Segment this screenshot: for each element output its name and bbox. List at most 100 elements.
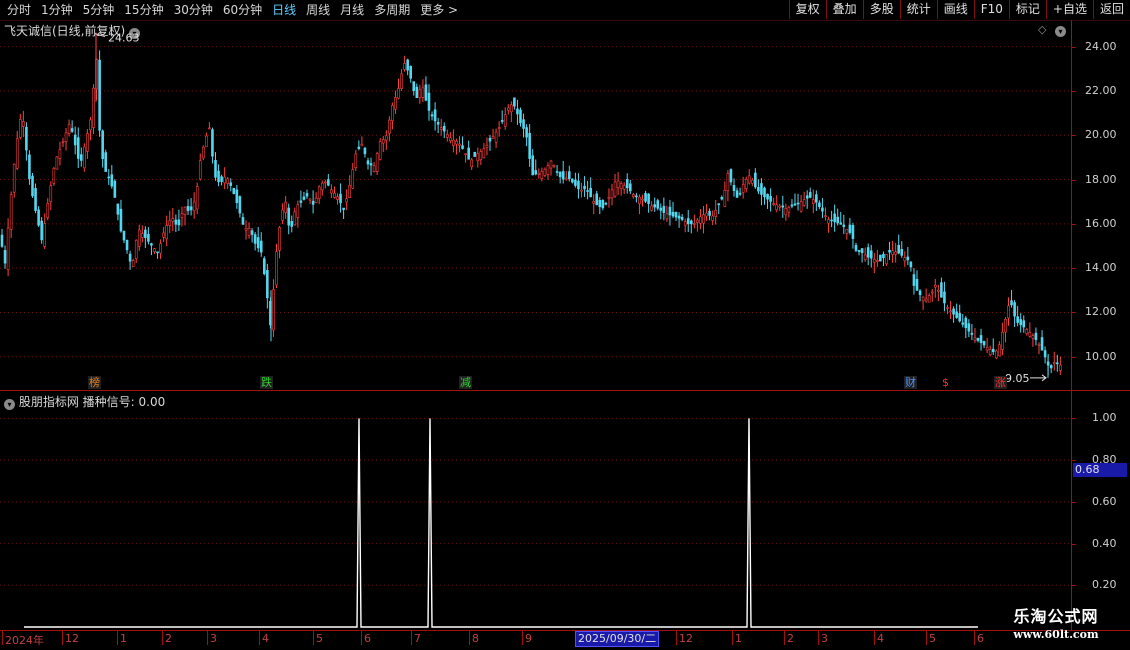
candle-body <box>67 124 71 134</box>
toolbar-button-4[interactable]: 画线 <box>936 0 974 19</box>
candle-body <box>961 322 965 325</box>
high-price-label: 24.63 <box>108 32 140 45</box>
y-tick <box>1071 179 1076 181</box>
x-tick-label: 4 <box>262 632 269 645</box>
event-marker[interactable]: 涨 <box>994 376 1007 389</box>
right-side-panel-edge[interactable] <box>1121 20 1130 630</box>
candle-body <box>775 204 779 211</box>
candle-body <box>317 186 321 200</box>
yaxis-divider <box>1071 20 1072 630</box>
candle-body <box>427 92 431 111</box>
candle-body <box>985 346 989 351</box>
candle-body <box>906 256 910 261</box>
candle-body <box>290 221 294 227</box>
candle-body <box>708 210 711 216</box>
event-marker[interactable]: 跌 <box>260 376 273 389</box>
candle-body <box>113 180 117 198</box>
candle-body <box>821 207 824 212</box>
candle-body <box>546 165 550 175</box>
candle-body <box>49 185 53 203</box>
toolbar-button-8[interactable]: 返回 <box>1092 0 1130 19</box>
candle-body <box>869 250 873 259</box>
toolbar-button-5[interactable]: F10 <box>973 0 1009 19</box>
candle-body <box>406 59 409 71</box>
candle-body <box>729 169 733 183</box>
candle-body <box>299 200 303 203</box>
candle-body <box>1059 364 1062 371</box>
candle-body <box>461 145 464 149</box>
x-tick <box>117 631 118 645</box>
candle-body <box>378 141 382 160</box>
toolbar-button-2[interactable]: 多股 <box>862 0 900 19</box>
candle-body <box>174 219 178 225</box>
event-marker[interactable]: 减 <box>459 376 472 389</box>
candle-body <box>198 160 202 180</box>
candle-body <box>202 146 205 159</box>
timeframe-tab-3[interactable]: 15分钟 <box>119 0 168 20</box>
x-tick <box>62 631 63 645</box>
candle-body <box>64 132 68 142</box>
event-marker[interactable]: 榜 <box>88 376 101 389</box>
candle-body <box>589 187 592 198</box>
candle-body <box>217 170 220 183</box>
timeframe-tab-7[interactable]: 周线 <box>301 0 335 20</box>
low-price-label: 9.05 <box>1005 372 1030 385</box>
candle-body <box>503 114 507 127</box>
event-marker[interactable]: 财 <box>904 376 917 389</box>
candle-body <box>296 204 300 218</box>
candle-body <box>391 105 394 121</box>
timeframe-tab-0[interactable]: 分时 <box>2 0 36 20</box>
toolbar-button-1[interactable]: 叠加 <box>825 0 863 19</box>
candle-body <box>262 258 266 275</box>
candle-body <box>876 260 879 262</box>
y-tick-label: 0.60 <box>1092 494 1117 508</box>
x-tick-label: 2024年 <box>5 634 44 647</box>
candle-body <box>879 254 882 262</box>
toolbar-button-3[interactable]: 统计 <box>899 0 937 19</box>
candle-body <box>940 282 943 298</box>
event-marker[interactable]: $ <box>941 376 950 389</box>
timeframe-tab-6[interactable]: 日线 <box>267 0 301 20</box>
y-tick-label: 1.00 <box>1092 411 1117 425</box>
xaxis-divider <box>0 630 1130 631</box>
candle-body <box>1025 328 1029 334</box>
candle-body <box>723 190 727 207</box>
candle-body <box>641 198 644 201</box>
timeframe-tab-5[interactable]: 60分钟 <box>218 0 267 20</box>
candle-body <box>1007 305 1010 319</box>
timeframe-tab-4[interactable]: 30分钟 <box>169 0 218 20</box>
candle-body <box>897 244 901 254</box>
candle-body <box>467 147 470 160</box>
candle-body <box>619 183 623 190</box>
candle-body <box>510 104 513 113</box>
candle-body <box>162 232 165 238</box>
toolbar-button-0[interactable]: 复权 <box>788 0 826 19</box>
candle-body <box>933 284 937 288</box>
timeframe-tab-8[interactable]: 月线 <box>335 0 369 20</box>
candle-body <box>278 227 281 251</box>
timeframe-tab-2[interactable]: 5分钟 <box>78 0 120 20</box>
candle-body <box>1013 302 1016 317</box>
candle-body <box>293 211 297 226</box>
candle-body <box>735 190 739 198</box>
candle-body <box>223 176 226 184</box>
candle-body <box>1001 331 1004 350</box>
candle-body <box>650 205 653 211</box>
candle-body <box>885 254 888 265</box>
candle-body <box>220 176 223 182</box>
candle-body <box>229 182 233 186</box>
timeframe-tab-1[interactable]: 1分钟 <box>36 0 78 20</box>
candle-body <box>525 127 528 138</box>
candle-body <box>519 109 522 124</box>
x-tick <box>818 631 819 645</box>
candle-body <box>232 187 236 195</box>
toolbar-button-6[interactable]: 标记 <box>1008 0 1046 19</box>
toolbar-button-7[interactable]: +自选 <box>1045 0 1093 19</box>
timeframe-tab-10[interactable]: 更多 > <box>415 0 463 20</box>
candle-body <box>711 215 714 221</box>
candle-body <box>677 215 681 219</box>
timeframe-tab-9[interactable]: 多周期 <box>369 0 415 20</box>
candle-body <box>6 227 10 270</box>
candle-body <box>946 307 949 309</box>
candle-body <box>793 203 797 206</box>
